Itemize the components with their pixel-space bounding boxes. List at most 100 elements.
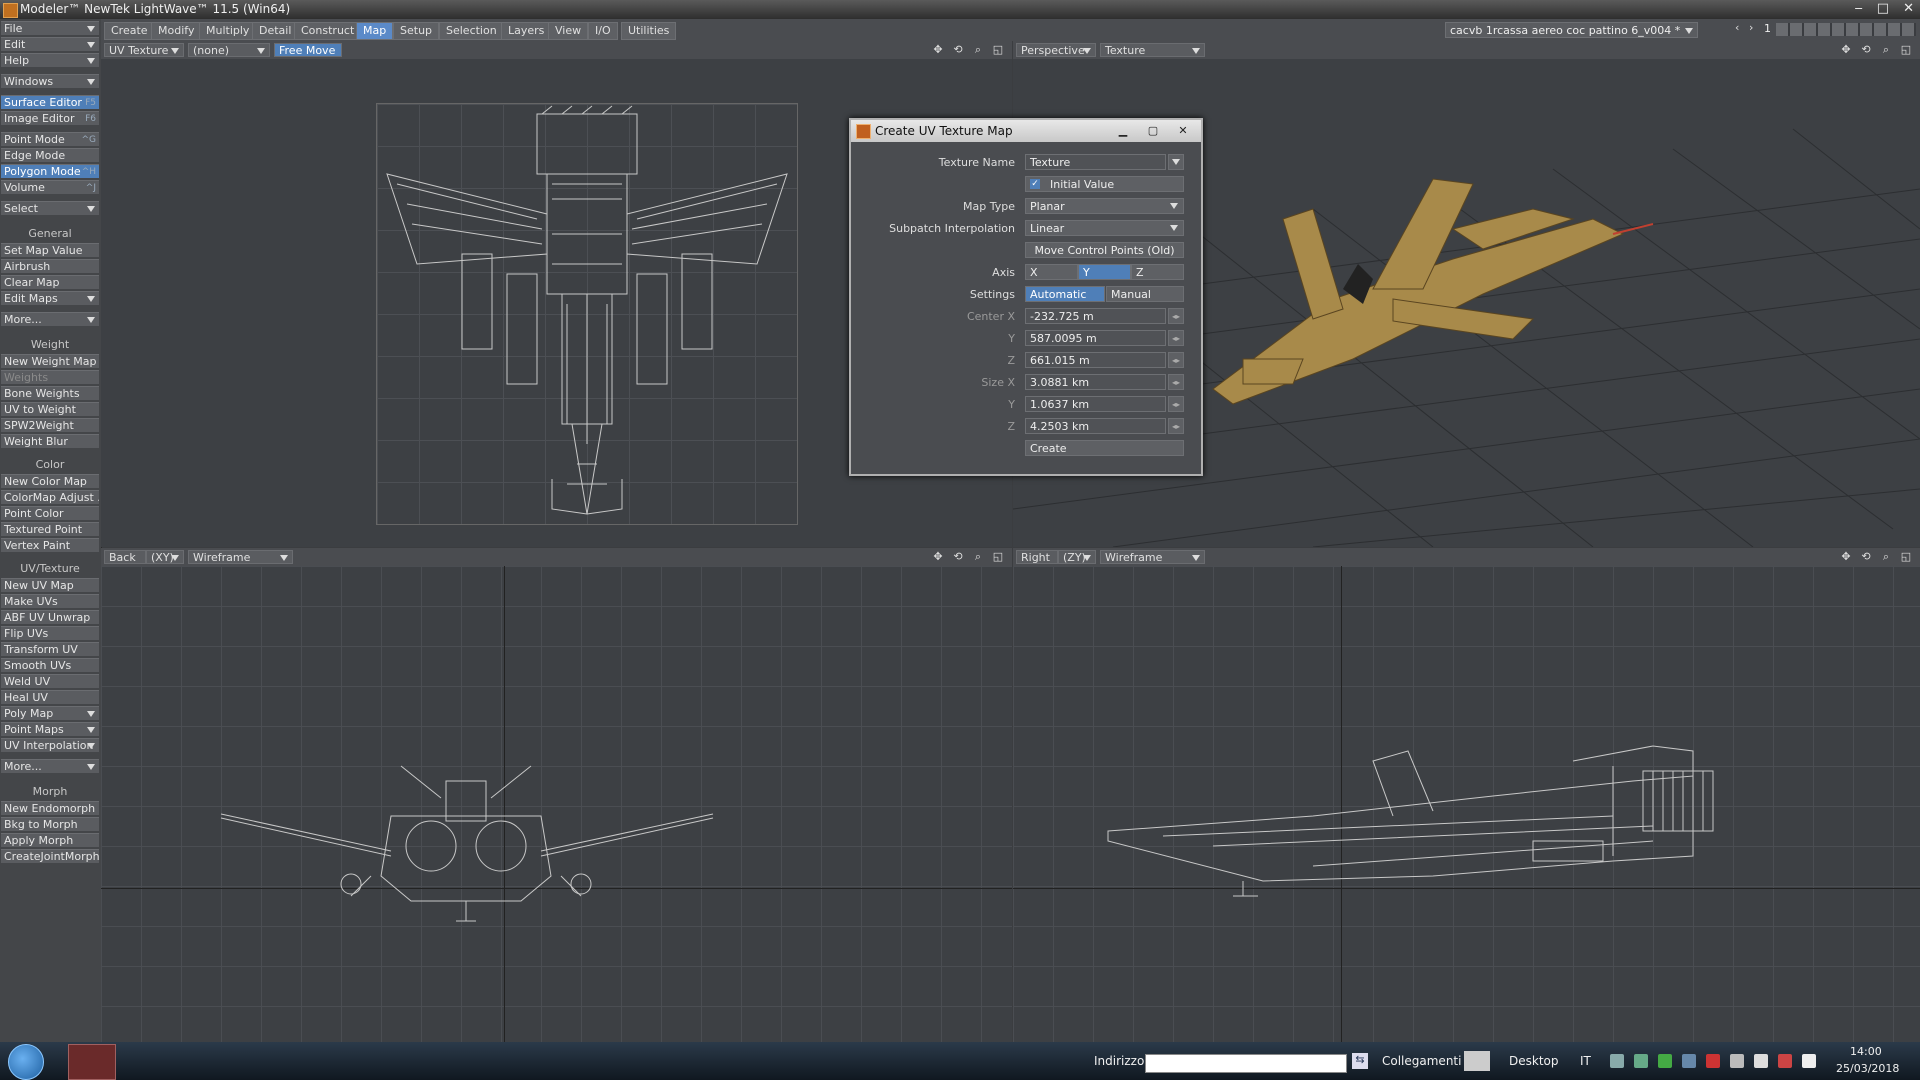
create-button[interactable]: Create [1025, 440, 1184, 456]
center-y-spinner-icon[interactable]: ◂▸ [1168, 330, 1184, 346]
layer-selector[interactable]: cacvb 1rcassa aereo coc pattino 6_v004 * [1445, 22, 1698, 38]
point-color-button[interactable]: Point Color [1, 506, 99, 520]
size-y-field[interactable]: 1.0637 km [1025, 396, 1166, 412]
flip-uvs-button[interactable]: Flip UVs [1, 626, 99, 640]
new-weight-map-button[interactable]: New Weight Map [1, 354, 99, 368]
clock-date[interactable]: 25/03/2018 [1836, 1062, 1899, 1075]
axes-select[interactable]: (ZY) [1058, 550, 1096, 564]
edit-menu[interactable]: Edit [1, 37, 99, 51]
heal-uv-button[interactable]: Heal UV [1, 690, 99, 704]
new-endomorph-button[interactable]: New Endomorph [1, 801, 99, 815]
tab-selection[interactable]: Selection [439, 22, 504, 40]
file-menu[interactable]: File [1, 21, 99, 35]
move-control-points-button[interactable]: Move Control Points (Old) [1025, 242, 1184, 258]
axis-z-button[interactable]: Z [1131, 264, 1184, 280]
uv-map-select[interactable]: (none) [188, 43, 270, 57]
render-mode-select[interactable]: Wireframe [1100, 550, 1205, 564]
links-label[interactable]: Collegamenti [1382, 1054, 1461, 1068]
point-mode-button[interactable]: Point Mode ^G [1, 132, 99, 146]
vertex-paint-button[interactable]: Vertex Paint [1, 538, 99, 552]
tab-view[interactable]: View [548, 22, 589, 40]
polygon-mode-button[interactable]: Polygon Mode ^H [1, 164, 99, 178]
move-icon[interactable]: ✥ [931, 550, 945, 564]
windows-menu[interactable]: Windows [1, 74, 99, 88]
more-general-menu[interactable]: More... [1, 312, 99, 326]
apply-morph-button[interactable]: Apply Morph [1, 833, 99, 847]
lightwave-taskbar-button[interactable] [68, 1044, 116, 1080]
dialog-minimize-button[interactable]: ▁ [1111, 123, 1135, 138]
layer-slots[interactable] [1776, 23, 1916, 36]
tray-icon-network[interactable] [1610, 1054, 1624, 1068]
maximize-view-icon[interactable]: ◱ [1899, 43, 1913, 57]
airbrush-button[interactable]: Airbrush [1, 259, 99, 273]
language-indicator[interactable]: IT [1580, 1054, 1591, 1068]
center-x-field[interactable]: -232.725 m [1025, 308, 1166, 324]
manual-button[interactable]: Manual [1106, 286, 1184, 302]
edit-maps-menu[interactable]: Edit Maps [1, 291, 99, 305]
center-x-spinner-icon[interactable]: ◂▸ [1168, 308, 1184, 324]
set-map-value-button[interactable]: Set Map Value [1, 243, 99, 257]
tab-construct[interactable]: Construct [294, 22, 362, 40]
minimize-button[interactable]: ‒ [1855, 1, 1863, 16]
render-mode-select[interactable]: Wireframe [188, 550, 293, 564]
create-joint-morph-button[interactable]: CreateJointMorph [1, 849, 99, 863]
tray-icon-security[interactable] [1778, 1054, 1792, 1068]
spw2weight-button[interactable]: SPW2Weight [1, 418, 99, 432]
tab-modify[interactable]: Modify [151, 22, 202, 40]
move-icon[interactable]: ✥ [931, 43, 945, 57]
dialog-close-button[interactable]: ✕ [1171, 123, 1195, 138]
start-button[interactable] [8, 1044, 44, 1080]
select-menu[interactable]: Select [1, 201, 99, 215]
clear-map-button[interactable]: Clear Map [1, 275, 99, 289]
volume-button[interactable]: Volume ^J [1, 180, 99, 194]
back-view-select[interactable]: Back [104, 550, 146, 564]
maximize-button[interactable]: □ [1877, 1, 1889, 16]
surface-editor-button[interactable]: Surface Editor F5 [1, 95, 99, 109]
center-y-field[interactable]: 587.0095 m [1025, 330, 1166, 346]
weight-blur-button[interactable]: Weight Blur [1, 434, 99, 448]
transform-uv-button[interactable]: Transform UV [1, 642, 99, 656]
rotate-icon[interactable]: ⟲ [951, 43, 965, 57]
size-z-field[interactable]: 4.2503 km [1025, 418, 1166, 434]
tray-icon-app[interactable] [1634, 1054, 1648, 1068]
desktop-label[interactable]: Desktop [1509, 1054, 1559, 1068]
initial-value-checkbox[interactable]: ✓ Initial Value [1025, 176, 1184, 192]
new-color-map-button[interactable]: New Color Map [1, 474, 99, 488]
make-uvs-button[interactable]: Make UVs [1, 594, 99, 608]
abf-uv-unwrap-button[interactable]: ABF UV Unwrap [1, 610, 99, 624]
dialog-maximize-button[interactable]: ▢ [1141, 123, 1165, 138]
size-x-field[interactable]: 3.0881 km [1025, 374, 1166, 390]
address-input[interactable] [1145, 1054, 1347, 1073]
right-view-select[interactable]: Right [1016, 550, 1058, 564]
colormap-adjust-button[interactable]: ColorMap Adjust ... [1, 490, 99, 504]
maximize-view-icon[interactable]: ◱ [1899, 550, 1913, 564]
center-z-spinner-icon[interactable]: ◂▸ [1168, 352, 1184, 368]
map-type-select[interactable]: Planar [1025, 198, 1184, 214]
layer-next-icon[interactable]: › [1749, 21, 1753, 34]
size-y-spinner-icon[interactable]: ◂▸ [1168, 396, 1184, 412]
tray-icon-battery[interactable] [1730, 1054, 1744, 1068]
subpatch-select[interactable]: Linear [1025, 220, 1184, 236]
tab-create[interactable]: Create [104, 22, 155, 40]
tray-icon-nvidia[interactable] [1658, 1054, 1672, 1068]
size-x-spinner-icon[interactable]: ◂▸ [1168, 374, 1184, 390]
size-z-spinner-icon[interactable]: ◂▸ [1168, 418, 1184, 434]
automatic-button[interactable]: Automatic [1025, 286, 1105, 302]
tray-icon-usb[interactable] [1682, 1054, 1696, 1068]
perspective-view-select[interactable]: Perspective [1016, 43, 1096, 57]
tab-layers[interactable]: Layers [501, 22, 552, 40]
go-icon[interactable]: ⇆ [1352, 1053, 1368, 1069]
zoom-icon[interactable]: ⌕ [971, 550, 985, 564]
center-z-field[interactable]: 661.015 m [1025, 352, 1166, 368]
maximize-view-icon[interactable]: ◱ [991, 43, 1005, 57]
viewport-right[interactable]: Right (ZY) Wireframe ✥ ⟲ ⌕ ◱ [1013, 548, 1920, 1042]
tab-io[interactable]: I/O [588, 22, 618, 40]
layer-prev-icon[interactable]: ‹ [1735, 21, 1739, 34]
point-maps-menu[interactable]: Point Maps [1, 722, 99, 736]
free-move-toggle[interactable]: Free Move [274, 43, 342, 57]
signal-icon[interactable] [1802, 1054, 1816, 1068]
bone-weights-button[interactable]: Bone Weights [1, 386, 99, 400]
smooth-uvs-button[interactable]: Smooth UVs [1, 658, 99, 672]
dialog-title-bar[interactable]: Create UV Texture Map ▁ ▢ ✕ [851, 120, 1201, 142]
axis-x-button[interactable]: X [1025, 264, 1078, 280]
